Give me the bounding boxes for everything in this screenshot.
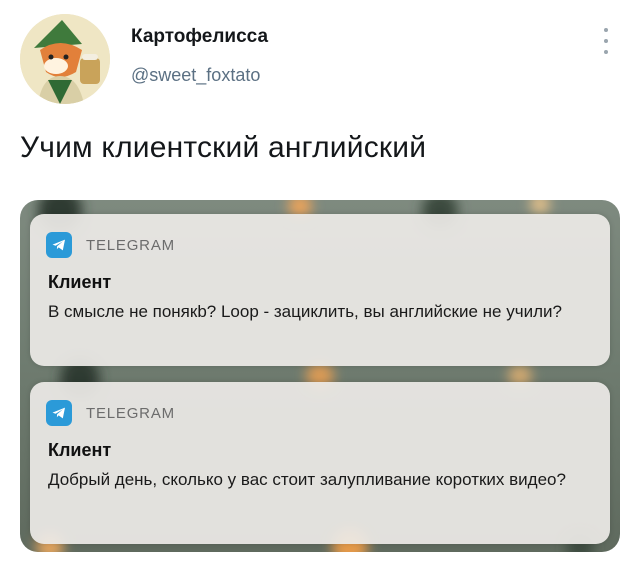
notification-title: Клиент xyxy=(48,272,112,292)
notification-app-row: TELEGRAM xyxy=(46,400,175,426)
more-vertical-icon[interactable] xyxy=(598,28,614,54)
notification-card[interactable]: TELEGRAM Клиент В смысле не понякb? Loop… xyxy=(30,214,610,366)
notification-app-name: TELEGRAM xyxy=(86,404,175,422)
tweet-media-image[interactable]: TELEGRAM Клиент В смысле не понякb? Loop… xyxy=(20,200,620,552)
tweet-header: Картофелисса @sweet_foxtato xyxy=(0,0,640,120)
author-name[interactable]: Картофелисса xyxy=(131,26,268,48)
telegram-icon xyxy=(46,400,72,426)
tweet-text: Учим клиентский английский xyxy=(20,131,427,164)
notification-body: В смысле не понякb? Loop - зациклить, вы… xyxy=(48,302,562,321)
notification-title: Клиент xyxy=(48,440,112,460)
notification-app-name: TELEGRAM xyxy=(86,236,175,254)
telegram-icon xyxy=(46,232,72,258)
fox-avatar-illustration xyxy=(20,14,110,104)
notification-card[interactable]: TELEGRAM Клиент Добрый день, сколько у в… xyxy=(30,382,610,544)
notification-app-row: TELEGRAM xyxy=(46,232,175,258)
author-handle[interactable]: @sweet_foxtato xyxy=(131,65,260,86)
avatar[interactable] xyxy=(20,14,110,104)
notification-body: Добрый день, сколько у вас стоит залупли… xyxy=(48,470,566,489)
